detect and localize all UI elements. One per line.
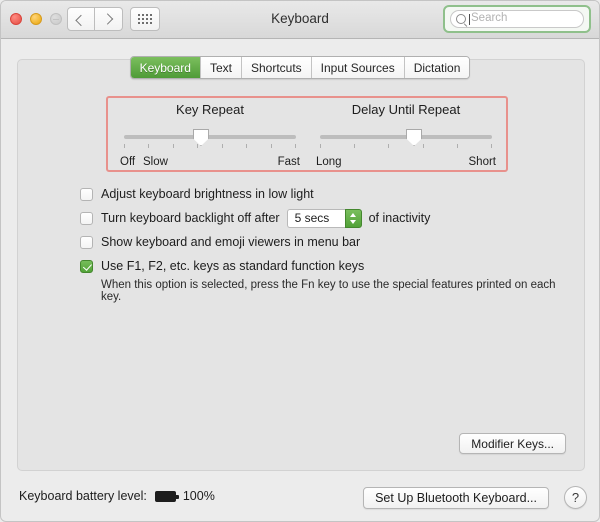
tab-keyboard[interactable]: Keyboard bbox=[130, 57, 201, 78]
tab-shortcuts[interactable]: Shortcuts bbox=[241, 57, 312, 78]
stepper-arrows-button[interactable] bbox=[344, 208, 362, 228]
delay-label-short: Short bbox=[468, 156, 497, 168]
delay-until-repeat-track bbox=[320, 135, 492, 139]
search-input[interactable]: Search bbox=[450, 10, 584, 28]
help-text-function-keys: When this option is selected, press the … bbox=[101, 279, 556, 303]
tab-list: Keyboard Text Shortcuts Input Sources Dictat… bbox=[129, 56, 471, 79]
option-row-function-keys[interactable]: Use F1, F2, etc. keys as standard functi… bbox=[80, 254, 566, 278]
chevron-down-icon bbox=[350, 219, 357, 224]
window-titlebar: Keyboard Search bbox=[1, 1, 599, 39]
text-caret bbox=[469, 13, 470, 25]
set-up-bluetooth-keyboard-button[interactable]: Set Up Bluetooth Keyboard... bbox=[363, 487, 549, 509]
option-row-backlight-off[interactable]: Turn keyboard backlight off after 5 secs… bbox=[80, 206, 566, 230]
label-of-inactivity: of inactivity bbox=[368, 211, 431, 225]
key-repeat-ticks bbox=[124, 144, 296, 148]
chevron-up-icon bbox=[350, 212, 357, 217]
key-repeat-title: Key Repeat bbox=[176, 102, 244, 117]
tab-dictation[interactable]: Dictation bbox=[404, 57, 470, 78]
backlight-delay-value[interactable]: 5 secs bbox=[286, 208, 345, 228]
checkbox-adjust-brightness[interactable] bbox=[80, 187, 93, 201]
slider-section-annotation: Key Repeat Off Slow Fast Delay Until Rep… bbox=[106, 96, 508, 172]
label-function-keys: Use F1, F2, etc. keys as standard functi… bbox=[101, 259, 365, 273]
delay-until-repeat-slider[interactable] bbox=[316, 129, 496, 155]
preferences-tab-bar: Keyboard Text Shortcuts Input Sources Dictat… bbox=[1, 56, 599, 79]
tab-input-sources[interactable]: Input Sources bbox=[311, 57, 405, 78]
key-repeat-label-fast: Fast bbox=[277, 156, 300, 168]
battery-percent: 100% bbox=[182, 489, 215, 503]
modifier-keys-button[interactable]: Modifier Keys... bbox=[459, 433, 566, 454]
help-button[interactable]: ? bbox=[564, 486, 587, 509]
search-icon bbox=[456, 14, 466, 24]
search-placeholder: Search bbox=[471, 12, 508, 25]
delay-until-repeat-ticks bbox=[320, 144, 492, 148]
keyboard-options-list: Adjust keyboard brightness in low light … bbox=[80, 182, 566, 303]
option-row-adjust-brightness[interactable]: Adjust keyboard brightness in low light bbox=[80, 182, 566, 206]
battery-status: Keyboard battery level: 100% bbox=[19, 489, 215, 503]
delay-until-repeat-slider-group: Delay Until Repeat Long Short bbox=[316, 98, 496, 170]
key-repeat-track bbox=[124, 135, 296, 139]
keyboard-preferences-window: Keyboard Search Key Repeat Off Slow Fast… bbox=[0, 0, 600, 522]
key-repeat-labels: Off Slow Fast bbox=[120, 156, 300, 170]
option-row-show-viewers[interactable]: Show keyboard and emoji viewers in menu … bbox=[80, 230, 566, 254]
checkbox-backlight-off[interactable] bbox=[80, 211, 93, 225]
key-repeat-slider-group: Key Repeat Off Slow Fast bbox=[120, 98, 300, 170]
search-highlight-annotation: Search bbox=[443, 5, 591, 33]
delay-until-repeat-title: Delay Until Repeat bbox=[351, 102, 461, 117]
battery-label: Keyboard battery level: bbox=[19, 489, 147, 503]
key-repeat-label-off: Off bbox=[120, 156, 136, 168]
delay-until-repeat-labels: Long Short bbox=[316, 156, 496, 170]
backlight-delay-stepper[interactable]: 5 secs bbox=[286, 208, 362, 228]
checkbox-show-viewers[interactable] bbox=[80, 235, 93, 249]
label-adjust-brightness: Adjust keyboard brightness in low light bbox=[101, 187, 314, 201]
tab-text[interactable]: Text bbox=[200, 57, 242, 78]
window-footer: Keyboard battery level: 100% Set Up Blue… bbox=[1, 479, 599, 519]
preferences-content-panel: Key Repeat Off Slow Fast Delay Until Rep… bbox=[17, 59, 585, 471]
battery-full-icon bbox=[154, 490, 179, 502]
label-show-viewers: Show keyboard and emoji viewers in menu … bbox=[101, 235, 361, 249]
key-repeat-slider[interactable] bbox=[120, 129, 300, 155]
label-backlight-off: Turn keyboard backlight off after bbox=[101, 211, 280, 225]
key-repeat-label-slow: Slow bbox=[143, 156, 168, 168]
checkbox-function-keys[interactable] bbox=[80, 259, 93, 273]
delay-label-long: Long bbox=[316, 156, 342, 168]
